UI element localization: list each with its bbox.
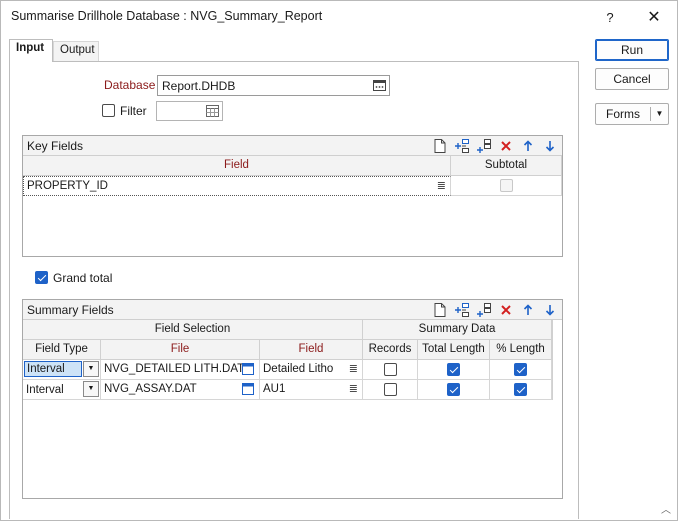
database-input[interactable]: Report.DHDB bbox=[157, 75, 390, 96]
move-down-icon[interactable] bbox=[541, 138, 558, 154]
forms-button[interactable]: Forms ▼ bbox=[595, 103, 669, 125]
subtotal-cell[interactable] bbox=[451, 176, 562, 196]
pct-length-column-header[interactable]: % Length bbox=[490, 340, 552, 360]
new-icon[interactable] bbox=[431, 138, 448, 154]
resize-grip-icon[interactable]: ︿ bbox=[661, 501, 671, 516]
field-column-header[interactable]: Field bbox=[260, 340, 363, 360]
summary-fields-toolbar bbox=[431, 302, 558, 318]
field-value: AU1 bbox=[263, 383, 286, 395]
forms-button-label[interactable]: Forms bbox=[596, 104, 650, 124]
filter-label: Filter bbox=[120, 104, 147, 118]
records-column-header[interactable]: Records bbox=[363, 340, 418, 360]
key-fields-panel: Key Fields Field Subtotal PROPERTY_ID ≣ bbox=[22, 135, 563, 257]
summary-fields-header: Summary Fields bbox=[23, 300, 562, 320]
chevron-down-icon[interactable]: ▼ bbox=[83, 381, 99, 397]
pct-length-checkbox[interactable] bbox=[514, 383, 527, 396]
total-length-column-header[interactable]: Total Length bbox=[418, 340, 490, 360]
chevron-down-icon[interactable]: ▼ bbox=[651, 104, 668, 124]
chevron-down-icon[interactable]: ▼ bbox=[83, 361, 99, 377]
database-label: Database bbox=[104, 78, 156, 92]
filter-input[interactable] bbox=[156, 101, 223, 121]
browse-icon[interactable] bbox=[242, 363, 254, 375]
close-button[interactable]: ✕ bbox=[634, 3, 674, 31]
pct-length-cell[interactable] bbox=[490, 360, 552, 380]
records-cell[interactable] bbox=[363, 360, 418, 380]
browse-icon[interactable] bbox=[242, 383, 254, 395]
filter-checkbox[interactable] bbox=[102, 104, 115, 117]
key-field-cell[interactable]: PROPERTY_ID ≣ bbox=[23, 176, 451, 196]
grid-right-edge bbox=[552, 320, 553, 400]
calendar-icon[interactable] bbox=[206, 105, 219, 117]
key-fields-title: Key Fields bbox=[27, 139, 84, 153]
file-cell[interactable]: NVG_ASSAY.DAT bbox=[101, 380, 260, 400]
field-type-dropdown[interactable]: Interval ▼ bbox=[23, 380, 101, 400]
total-length-checkbox[interactable] bbox=[447, 363, 460, 376]
window-title: Summarise Drillhole Database : NVG_Summa… bbox=[11, 9, 323, 23]
field-type-dropdown[interactable]: Interval ▼ bbox=[23, 360, 101, 380]
move-up-icon[interactable] bbox=[519, 302, 536, 318]
file-value: NVG_ASSAY.DAT bbox=[104, 383, 197, 395]
delete-icon[interactable] bbox=[497, 138, 514, 154]
records-cell[interactable] bbox=[363, 380, 418, 400]
move-down-icon[interactable] bbox=[541, 302, 558, 318]
append-row-icon[interactable] bbox=[475, 302, 492, 318]
title-bar: Summarise Drillhole Database : NVG_Summa… bbox=[1, 1, 677, 33]
append-row-icon[interactable] bbox=[475, 138, 492, 154]
grand-total-checkbox[interactable] bbox=[35, 271, 48, 284]
dialog-window: Summarise Drillhole Database : NVG_Summa… bbox=[0, 0, 678, 521]
file-column-header[interactable]: File bbox=[101, 340, 260, 360]
pct-length-cell[interactable] bbox=[490, 380, 552, 400]
field-type-value: Interval bbox=[26, 384, 64, 396]
file-cell[interactable]: NVG_DETAILED LITH.DAT bbox=[101, 360, 260, 380]
subtotal-checkbox[interactable] bbox=[499, 179, 513, 192]
field-selection-group-header: Field Selection bbox=[23, 320, 363, 340]
move-up-icon[interactable] bbox=[519, 138, 536, 154]
help-button[interactable]: ? bbox=[590, 3, 630, 31]
list-icon[interactable]: ≣ bbox=[437, 177, 446, 195]
total-length-cell[interactable] bbox=[418, 360, 490, 380]
new-icon[interactable] bbox=[431, 302, 448, 318]
field-value: Detailed Litho bbox=[263, 363, 334, 375]
summary-fields-panel: Summary Fields Field Selection Summary D… bbox=[22, 299, 563, 499]
insert-row-icon[interactable] bbox=[453, 302, 470, 318]
records-checkbox[interactable] bbox=[383, 383, 397, 396]
key-field-column-header[interactable]: Field bbox=[23, 156, 451, 176]
summary-data-group-header: Summary Data bbox=[363, 320, 552, 340]
database-value: Report.DHDB bbox=[162, 79, 236, 93]
summary-fields-title: Summary Fields bbox=[27, 303, 114, 317]
key-fields-header: Key Fields bbox=[23, 136, 562, 156]
pct-length-checkbox[interactable] bbox=[514, 363, 527, 376]
list-icon[interactable]: ≣ bbox=[349, 380, 358, 398]
run-button[interactable]: Run bbox=[595, 39, 669, 61]
tab-output[interactable]: Output bbox=[53, 41, 99, 61]
field-type-column-header[interactable]: Field Type bbox=[23, 340, 101, 360]
field-cell[interactable]: AU1 ≣ bbox=[260, 380, 363, 400]
insert-row-icon[interactable] bbox=[453, 138, 470, 154]
field-cell[interactable]: Detailed Litho ≣ bbox=[260, 360, 363, 380]
browse-icon[interactable] bbox=[373, 79, 386, 92]
key-fields-toolbar bbox=[431, 138, 558, 154]
field-type-value: Interval bbox=[24, 361, 82, 377]
records-checkbox[interactable] bbox=[383, 363, 397, 376]
tab-input[interactable]: Input bbox=[9, 39, 53, 62]
grand-total-label: Grand total bbox=[53, 271, 113, 285]
total-length-checkbox[interactable] bbox=[447, 383, 460, 396]
total-length-cell[interactable] bbox=[418, 380, 490, 400]
subtotal-column-header[interactable]: Subtotal bbox=[451, 156, 562, 176]
list-icon[interactable]: ≣ bbox=[346, 360, 358, 378]
cancel-button[interactable]: Cancel bbox=[595, 68, 669, 90]
delete-icon[interactable] bbox=[497, 302, 514, 318]
key-field-value: PROPERTY_ID bbox=[27, 180, 108, 192]
file-value: NVG_DETAILED LITH.DAT bbox=[104, 363, 245, 375]
